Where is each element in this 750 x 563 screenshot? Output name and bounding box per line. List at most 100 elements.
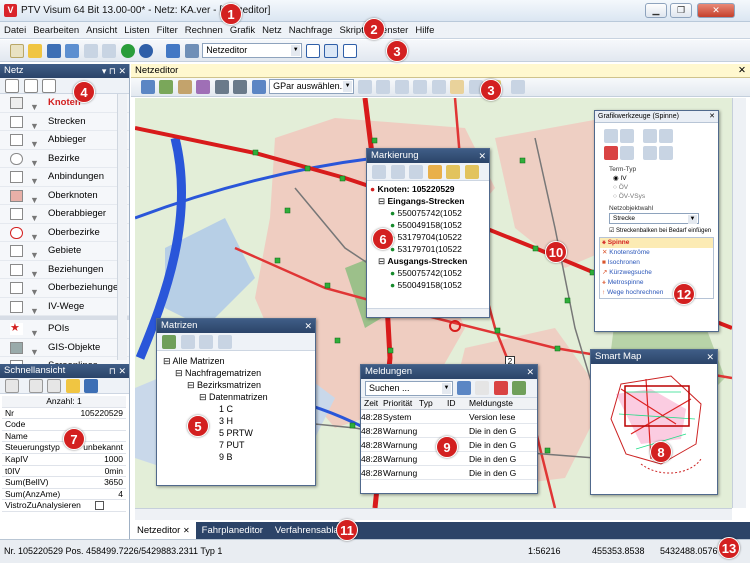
back-icon[interactable] — [372, 165, 386, 179]
netz-item-strecken[interactable]: ▼ Strecken — [0, 113, 129, 131]
netz-item-gis-objekte[interactable]: ▼ GIS-Objekte — [0, 339, 129, 357]
filter-funnel-icon[interactable] — [427, 165, 442, 179]
table-row[interactable]: Sum(AnzAme) 4 — [2, 489, 126, 501]
paste-icon[interactable] — [47, 379, 62, 393]
filter-icon[interactable]: ▼ — [30, 191, 39, 205]
crosshair-icon[interactable] — [5, 79, 19, 93]
column-header[interactable]: Zeit — [361, 398, 383, 408]
menu-netz[interactable]: Netz — [258, 22, 285, 36]
print-icon[interactable] — [233, 80, 248, 94]
run-icon[interactable] — [120, 44, 135, 58]
window-layout-3-icon[interactable] — [342, 44, 357, 58]
netz-item-bezirke[interactable]: ▼ Bezirke — [0, 150, 129, 168]
list-icon[interactable] — [475, 381, 490, 395]
clear-icon[interactable] — [493, 381, 508, 395]
filter-icon[interactable]: ▼ — [30, 265, 39, 279]
tree-leaf[interactable]: ● 550075742(1052 — [370, 267, 486, 279]
pin-icon[interactable]: ▾ ⊓ ✕ — [102, 64, 126, 78]
filter-tool-icon[interactable] — [196, 80, 211, 94]
stop-icon[interactable] — [604, 146, 618, 160]
export-icon[interactable] — [512, 381, 527, 395]
filter-icon[interactable]: ▼ — [30, 302, 39, 316]
redo-icon[interactable] — [102, 44, 117, 58]
gpar-icon[interactable] — [251, 80, 266, 94]
new-icon[interactable] — [9, 44, 24, 58]
table-row[interactable]: Sum(BelIV) 3650 — [2, 477, 126, 489]
close-icon[interactable]: ✕ — [738, 64, 746, 78]
filter-icon[interactable]: ▼ — [30, 98, 39, 112]
save-icon[interactable] — [46, 44, 61, 58]
table-row[interactable]: t0IV 0min — [2, 466, 126, 478]
list-item[interactable]: ↑ Wege hochrechnen — [600, 288, 713, 298]
maximize-button[interactable]: ❐ — [670, 3, 692, 18]
save-icon[interactable] — [84, 379, 99, 393]
binoculars-icon[interactable] — [456, 381, 471, 395]
radio-oev[interactable]: ○ ÖV — [613, 183, 718, 192]
select-rect-icon[interactable] — [42, 79, 57, 93]
streckenbalken-checkbox[interactable]: ☑ Streckenbalken bei Bedarf einfügen — [595, 224, 718, 234]
netz-item-oberabbieger[interactable]: ▼ Oberabbieger — [0, 205, 129, 224]
close-icon[interactable]: ✕ — [183, 526, 190, 535]
netz-item-iv-wege[interactable]: ▼ IV-Wege — [0, 298, 129, 316]
arrow-up-icon[interactable] — [643, 129, 657, 143]
tree-leaf[interactable]: 5 PRTW — [163, 427, 309, 439]
filter-icon[interactable]: ▼ — [30, 117, 39, 131]
close-icon[interactable]: ✕ — [304, 319, 312, 333]
netz-item-oberbezirke[interactable]: ▼ Oberbezirke — [0, 224, 129, 242]
menu-bearbeiten[interactable]: Bearbeiten — [29, 22, 82, 36]
table-row[interactable]: KapIV 1000 — [2, 454, 126, 466]
filter-icon[interactable]: ▼ — [30, 343, 39, 357]
minimize-button[interactable]: ▁ — [645, 3, 667, 18]
netz-item-oberbeziehungen[interactable]: ▼ Oberbeziehungen — [0, 279, 129, 298]
tree-leaf[interactable]: 9 B — [163, 451, 309, 463]
view-combo[interactable]: Netzeditor ▼ — [202, 43, 303, 58]
list-item[interactable]: ■ Isochronen — [600, 258, 713, 268]
filter-icon[interactable]: ▼ — [30, 135, 39, 149]
netz-item-beziehungen[interactable]: ▼ Beziehungen — [0, 261, 129, 279]
filter-icon[interactable]: ▼ — [30, 246, 39, 260]
column-header[interactable]: Typ — [419, 398, 447, 408]
window-layout-1-icon[interactable] — [305, 44, 320, 58]
close-icon[interactable]: ✕ — [706, 350, 714, 364]
netz-item-gebiete[interactable]: ▼ Gebiete — [0, 242, 129, 261]
markierung-scrollbar[interactable] — [367, 308, 489, 317]
save-as-icon[interactable] — [65, 44, 80, 58]
column-header[interactable]: ID — [447, 398, 469, 408]
list-item[interactable]: ⚹ Spinne — [600, 238, 713, 248]
list-item[interactable]: ✕ Knotenströme — [600, 248, 713, 258]
menu-ansicht[interactable]: Ansicht — [82, 22, 120, 36]
copy-icon[interactable] — [180, 335, 195, 349]
column-header[interactable]: Meldungste — [469, 398, 519, 408]
search-combo[interactable]: Suchen ... ▼ — [365, 381, 453, 396]
pin-icon[interactable]: ⊓ ✕ — [109, 364, 126, 378]
tree-leaf[interactable]: 3 H — [163, 415, 309, 427]
tree-group[interactable]: ⊟ Ausgangs-Strecken — [370, 255, 486, 267]
table-row[interactable]: 48:28System Version lese — [361, 410, 537, 424]
menu-hilfe[interactable]: Hilfe — [411, 22, 437, 36]
layout-icon[interactable] — [184, 44, 199, 58]
filter-icon[interactable]: ▼ — [30, 209, 39, 223]
filter-icon[interactable]: ▼ — [30, 172, 39, 186]
menu-rechnen[interactable]: Rechnen — [181, 22, 226, 36]
list-item[interactable]: ⚹ Metrospinne — [600, 278, 713, 288]
filter-icon[interactable]: ▼ — [30, 154, 39, 168]
netz-item-oberknoten[interactable]: ▼ Oberknoten — [0, 187, 129, 205]
close-button[interactable]: ✕ — [697, 3, 735, 18]
table-icon[interactable] — [177, 80, 192, 94]
delete-icon[interactable] — [217, 335, 232, 349]
row-checkbox[interactable] — [95, 501, 104, 511]
table-row[interactable]: 48:28Warnung Die in den G — [361, 466, 537, 480]
smartmap-canvas[interactable] — [591, 364, 717, 494]
zoom-back-icon[interactable] — [394, 80, 409, 94]
netz-scrollbar[interactable] — [117, 94, 127, 360]
tree-leaf[interactable]: ● 550075742(1052 — [370, 207, 486, 219]
edit-icon[interactable] — [199, 335, 214, 349]
pan-hand-icon[interactable] — [450, 80, 465, 94]
gpar-combo[interactable]: GPar auswählen... ▼ — [269, 79, 355, 94]
tree-leaf[interactable]: 1 C — [163, 403, 309, 415]
app-icon[interactable]: V — [4, 4, 17, 17]
map-horizontal-scrollbar[interactable] — [135, 508, 732, 520]
close-icon[interactable]: ✕ — [709, 111, 715, 123]
undo-icon[interactable] — [83, 44, 98, 58]
options-icon[interactable] — [510, 80, 525, 94]
